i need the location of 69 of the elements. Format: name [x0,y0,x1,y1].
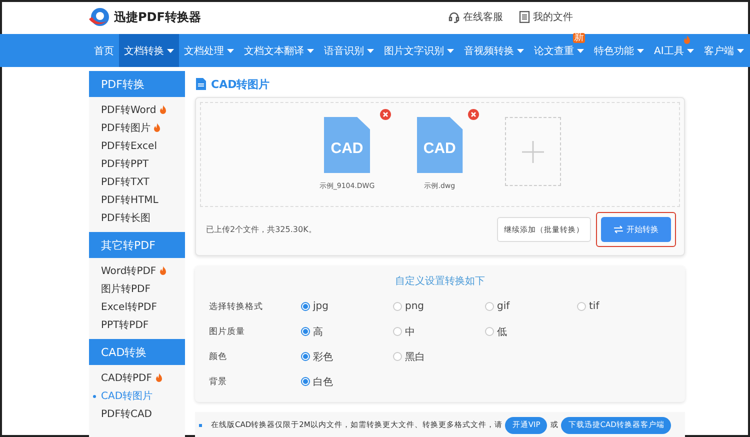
document-icon [519,11,530,23]
plus-icon [522,140,544,162]
headset-icon [448,11,460,23]
header-link[interactable]: 我的文件 [519,10,573,24]
sidebar-item[interactable]: PDF转HTML [89,191,185,209]
radio-option[interactable]: 低 [485,324,577,338]
radio-option[interactable]: 黑白 [393,350,485,364]
nav-tab[interactable]: 文档文本翻译 [239,34,319,67]
sidebar-item[interactable]: Word转PDF [89,262,185,280]
radio-option[interactable]: jpg [301,301,393,312]
radio-option[interactable]: tif [577,301,669,312]
radio-option[interactable]: png [393,301,485,312]
nav-tab[interactable]: 语音识别 [319,34,379,67]
radio-button[interactable] [301,302,310,311]
radio-button[interactable] [393,327,402,336]
bullet-icon [93,395,96,398]
radio-button[interactable] [393,352,402,361]
upload-status: 已上传2个文件，共325.30K。 [206,224,318,235]
nav-tab[interactable]: 特色功能 [589,34,649,67]
sidebar-item[interactable]: Excel转PDF [89,298,185,316]
nav-tab[interactable]: 文档处理 [179,34,239,67]
nav-tab[interactable]: 文档转换 [119,34,179,67]
bullet-icon [199,424,202,426]
sidebar-item[interactable]: PPT转PDF [89,316,185,334]
radio-button[interactable] [485,302,494,311]
nav-tab[interactable]: 客户端 [698,34,749,67]
radio-option[interactable]: gif [485,301,577,312]
sidebar-item[interactable]: PDF转Excel [89,137,185,155]
logo-text: 迅捷PDF转换器 [114,8,201,26]
sidebar-item[interactable]: 图片转PDF [89,280,185,298]
setting-label: 背景 [209,376,228,388]
nav-tab[interactable]: AI工具 [649,34,699,67]
radio-option[interactable]: 白色 [301,374,393,388]
logo-icon [88,7,110,27]
radio-option[interactable]: 高 [301,324,393,338]
sidebar-item[interactable]: PDF转图片 [89,119,185,137]
sidebar-item[interactable]: CAD转PDF [89,369,185,387]
nav-tab[interactable]: 首页 [89,34,119,67]
document-icon [196,78,206,90]
radio-button[interactable] [485,327,494,336]
nav-tab[interactable]: 音视频转换 [459,34,529,67]
nav-tab[interactable]: 图片文字识别 [379,34,459,67]
file-icon: CAD [416,117,463,173]
header-link[interactable]: 在线客服 [448,10,503,24]
add-file-button[interactable] [504,117,561,186]
remove-icon[interactable] [468,109,479,120]
sidebar-item[interactable]: PDF转Word [89,101,185,119]
radio-button[interactable] [301,327,310,336]
sidebar-item[interactable]: PDF转CAD [89,405,185,423]
radio-button[interactable] [301,352,310,361]
swap-icon [614,225,622,234]
radio-option[interactable]: 中 [393,324,485,338]
setting-label: 图片质量 [209,326,246,338]
settings-title: 自定义设置转换如下 [394,274,486,288]
setting-label: 颜色 [209,350,228,362]
radio-option[interactable]: 彩色 [301,350,393,364]
file-icon: CAD [324,117,370,173]
setting-label: 选择转换格式 [209,300,264,312]
radio-button[interactable] [577,302,586,311]
sidebar-heading: PDF转换 [89,71,185,97]
section-title: CAD转图片 [211,76,270,92]
sidebar-item[interactable]: PDF转长图 [89,209,185,227]
sidebar-heading: 其它转PDF [89,232,185,258]
radio-button[interactable] [393,302,402,311]
sidebar-heading: CAD转换 [89,339,185,365]
sidebar-item[interactable]: PDF转PPT [89,155,185,173]
remove-icon[interactable] [380,109,391,120]
sidebar-item[interactable]: PDF转TXT [89,173,185,191]
radio-button[interactable] [301,377,310,386]
